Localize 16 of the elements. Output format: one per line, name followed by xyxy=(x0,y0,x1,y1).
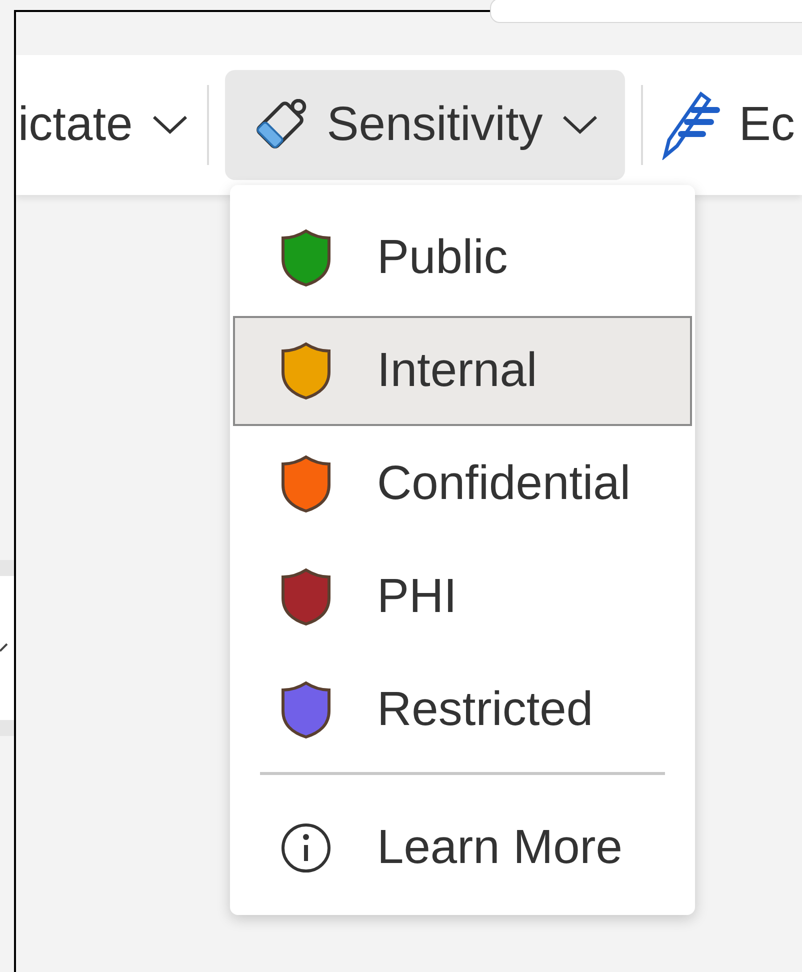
chevron-down-icon xyxy=(150,114,189,136)
ribbon-button[interactable]: Ec xyxy=(658,70,797,180)
menu-item[interactable]: Restricted xyxy=(233,655,692,765)
side-strip xyxy=(0,720,14,736)
side-strip xyxy=(0,560,14,576)
menu-item[interactable]: Confidential xyxy=(233,429,692,539)
info-icon xyxy=(280,822,332,874)
chevron-down-icon xyxy=(560,114,599,136)
ribbon-button[interactable]: Sensitivity xyxy=(224,70,625,180)
menu-item[interactable]: Learn More xyxy=(233,793,692,903)
pen-icon xyxy=(660,90,721,160)
chevron-icon xyxy=(0,643,8,653)
menu-item[interactable]: Public xyxy=(233,203,692,313)
ribbon-button[interactable]: ictate xyxy=(16,70,191,180)
menu-item[interactable]: Internal xyxy=(233,316,692,426)
menu-item[interactable]: PHI xyxy=(233,542,692,652)
